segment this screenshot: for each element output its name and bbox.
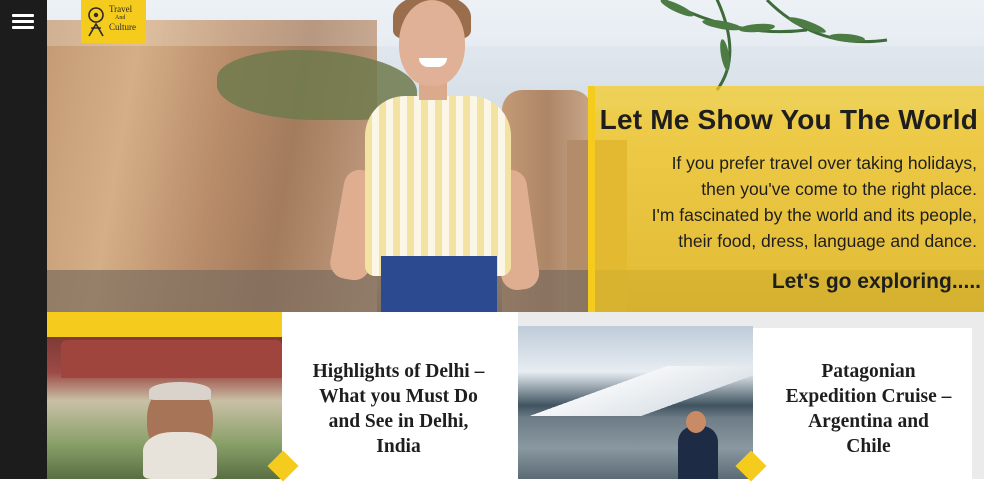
menu-bar	[12, 26, 34, 29]
logo-line-3: Culture	[109, 22, 136, 32]
traveler-photo	[327, 0, 542, 312]
rickshaw-canopy	[61, 340, 282, 378]
traveler-head	[686, 411, 706, 433]
article-image-patagonia[interactable]	[518, 326, 753, 479]
article-text-patagonia: Patagonian Expedition Cruise – Argentina…	[753, 312, 984, 479]
site-logo[interactable]: Travel And Culture	[81, 0, 146, 43]
accent-bar	[588, 86, 595, 312]
article-card-delhi[interactable]: Highlights of Delhi – What you Must Do a…	[47, 312, 515, 482]
hamburger-menu-icon[interactable]	[12, 14, 34, 32]
article-card-patagonia[interactable]: Patagonian Expedition Cruise – Argentina…	[518, 312, 984, 482]
face	[399, 0, 465, 86]
sidebar	[0, 0, 47, 479]
striped-shirt	[365, 96, 511, 276]
hero-text-line: their food, dress, language and dance.	[678, 231, 977, 251]
hero-intro-box: Let Me Show You The World If you prefer …	[588, 86, 984, 312]
palm-leaves-decoration	[660, 0, 888, 91]
hero-text-line: If you prefer travel over taking holiday…	[671, 153, 977, 173]
man-beard	[143, 432, 217, 479]
explore-link[interactable]: Let's go exploring.....	[772, 270, 981, 294]
blue-pants	[381, 256, 497, 312]
article-title-patagonia[interactable]: Patagonian Expedition Cruise – Argentina…	[784, 359, 954, 459]
hero-text-line: I'm fascinated by the world and its peop…	[651, 205, 977, 225]
globe-person-icon	[88, 7, 104, 37]
traveler-body	[678, 426, 718, 479]
logo-text: Travel And Culture	[109, 5, 136, 32]
accent-strip	[47, 312, 282, 337]
hero-text-line: then you've come to the right place.	[701, 179, 977, 199]
article-title-delhi[interactable]: Highlights of Delhi – What you Must Do a…	[309, 359, 489, 459]
man-hair	[149, 382, 211, 400]
logo-line-1: Travel	[109, 4, 133, 14]
article-image-delhi[interactable]	[47, 312, 282, 479]
article-text-delhi: Highlights of Delhi – What you Must Do a…	[282, 312, 515, 479]
menu-bar	[12, 20, 34, 23]
hero-heading: Let Me Show You The World	[599, 104, 978, 135]
snowy-mountains	[518, 366, 753, 416]
menu-bar	[12, 14, 34, 17]
